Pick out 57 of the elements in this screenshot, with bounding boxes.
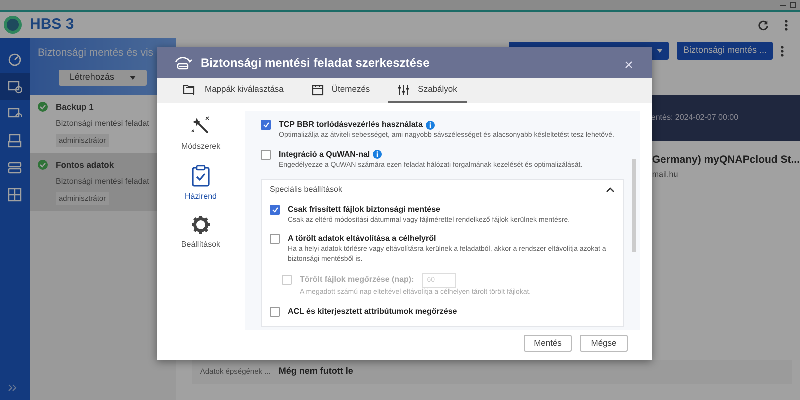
backup-icon [8, 80, 22, 94]
caret-icon [657, 49, 664, 53]
sync-icon [8, 106, 22, 120]
task-type: Biztonsági mentési feladat [56, 118, 150, 130]
option-label: Csak frissített fájlok biztonsági mentése [288, 204, 440, 216]
checkbox[interactable] [270, 204, 280, 215]
grid-icon [8, 188, 22, 202]
check-circle-icon [38, 102, 48, 112]
section-tab[interactable]: Beállítások [157, 211, 245, 255]
save-button[interactable]: Mentés [524, 335, 572, 352]
task-name: Backup 1 [56, 101, 94, 114]
option-label: A törölt adatok eltávolítása a célhelyről [288, 233, 436, 246]
option-label: ACL és kiterjesztett attribútumok megőrzése [288, 306, 458, 318]
integrity-value: Még nem futott le [278, 365, 354, 378]
create-dropdown[interactable]: Létrehozás [59, 70, 148, 86]
expand-icon[interactable] [8, 384, 18, 392]
option-label: TCP BBR torlódásvezérlés használata [279, 119, 435, 131]
advanced-title: Speciális beállítások [270, 184, 342, 196]
caret-icon [130, 76, 136, 80]
scrollbar[interactable] [632, 159, 636, 252]
task-type: Biztonsági mentési feladat [56, 176, 150, 188]
more-icon[interactable] [781, 46, 784, 56]
dialog-tab[interactable]: Szabályok [388, 78, 468, 103]
maximize-icon[interactable] [790, 2, 796, 8]
panel-title: Biztonsági mentés és vis [37, 46, 154, 61]
collapse-button[interactable] [606, 186, 615, 193]
nav-button[interactable] [0, 73, 30, 100]
dashboard-icon [8, 52, 22, 66]
dialog-title: Biztonsági mentési feladat szerkesztése [201, 54, 430, 72]
checkbox[interactable] [261, 120, 271, 130]
close-icon [625, 61, 633, 70]
backup-icon [173, 56, 193, 70]
app-title: HBS 3 [30, 14, 74, 35]
refresh-icon[interactable] [758, 20, 769, 30]
minimize-icon[interactable] [780, 2, 786, 8]
option-label: Törölt fájlok megőrzése (nap): [300, 274, 414, 286]
check-circle-icon [38, 160, 48, 170]
server-icon [8, 160, 22, 174]
target-name: Germany) myQNAPcloud St... [652, 153, 800, 168]
backup-button[interactable]: Biztonsági mentés ... [677, 42, 773, 60]
storage-icon [8, 134, 22, 148]
account-text: mail.hu [652, 168, 680, 181]
more-icon[interactable] [785, 20, 788, 30]
sliders-icon [398, 84, 410, 96]
checkbox[interactable] [270, 306, 280, 317]
app-logo [4, 16, 22, 34]
task-name: Fontos adatok [56, 159, 114, 172]
folders-icon [183, 84, 197, 96]
clipboard-check-icon [191, 165, 211, 187]
checkbox[interactable] [270, 234, 280, 244]
option-label: Integráció a QuWAN-nal [279, 148, 382, 161]
last-backup-text: entés: 2024-02-07 00:00 [651, 112, 739, 124]
gear-icon [191, 215, 211, 235]
calendar-icon [312, 84, 324, 96]
checkbox[interactable] [261, 150, 271, 160]
cancel-button[interactable]: Mégse [580, 335, 628, 352]
dialog-tab[interactable]: Ütemezés [302, 78, 380, 103]
